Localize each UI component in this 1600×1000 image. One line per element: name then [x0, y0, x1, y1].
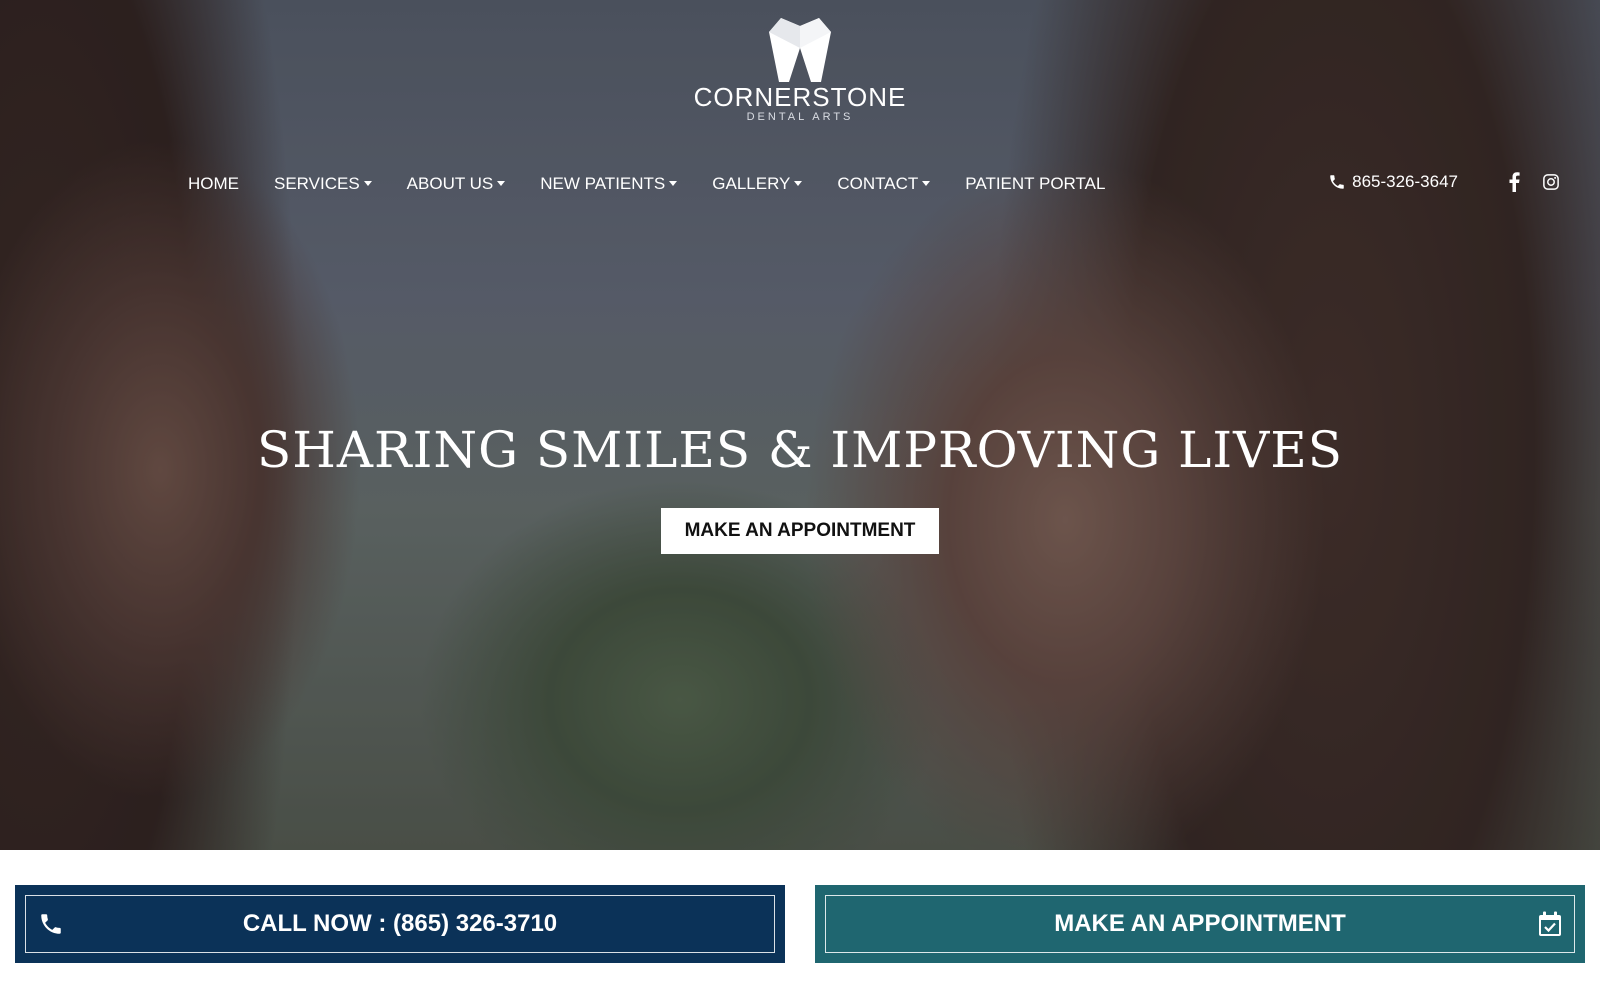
caret-down-icon	[794, 180, 803, 186]
header-phone-number: 865-326-3647	[1352, 172, 1458, 191]
header-phone-link[interactable]: 865-326-3647	[1328, 172, 1458, 192]
nav-item-services[interactable]: SERVICES	[274, 174, 372, 194]
nav-item-label: HOME	[188, 174, 239, 193]
header-contact: 865-326-3647	[1328, 172, 1560, 192]
nav-item-home[interactable]: HOME	[188, 174, 239, 194]
make-appointment-inner: MAKE AN APPOINTMENT	[825, 895, 1575, 953]
nav-item-label: SERVICES	[274, 174, 360, 193]
nav-item-new-patients[interactable]: NEW PATIENTS	[540, 174, 678, 194]
nav-item-label: GALLERY	[712, 174, 791, 193]
caret-down-icon	[669, 180, 678, 186]
nav-item-gallery[interactable]: GALLERY	[712, 174, 803, 194]
nav-item-label: ABOUT US	[406, 174, 494, 193]
caret-down-icon	[922, 180, 931, 186]
nav-item-label: PATIENT PORTAL	[965, 174, 1106, 193]
call-now-button[interactable]: CALL NOW : (865) 326-3710	[15, 885, 785, 963]
site-logo[interactable]: CORNERSTONE DENTAL ARTS	[690, 18, 910, 124]
phone-icon	[1330, 175, 1344, 189]
nav-item-contact[interactable]: CONTACT	[837, 174, 931, 194]
main-nav: HOME SERVICES ABOUT US NEW PATIENTS GALL…	[188, 174, 1140, 194]
phone-icon	[41, 914, 61, 934]
make-appointment-label: MAKE AN APPOINTMENT	[1054, 910, 1346, 937]
logo-name: CORNERSTONE	[693, 82, 907, 112]
facebook-link[interactable]	[1508, 172, 1520, 192]
instagram-link[interactable]	[1542, 173, 1560, 191]
calendar-check-icon	[1539, 911, 1561, 936]
nav-item-label: CONTACT	[837, 174, 919, 193]
make-appointment-button[interactable]: MAKE AN APPOINTMENT	[815, 885, 1585, 963]
instagram-icon	[1543, 174, 1559, 190]
tooth-logo-icon	[769, 18, 831, 82]
hero-appointment-button[interactable]: MAKE AN APPOINTMENT	[661, 508, 939, 554]
call-now-label: CALL NOW : (865) 326-3710	[242, 910, 558, 937]
facebook-icon	[1509, 172, 1520, 192]
nav-item-patient-portal[interactable]: PATIENT PORTAL	[965, 174, 1105, 194]
logo-tagline: DENTAL ARTS	[746, 111, 854, 123]
call-now-inner: CALL NOW : (865) 326-3710	[25, 895, 775, 953]
nav-item-about-us[interactable]: ABOUT US	[407, 174, 506, 194]
hero-section: CORNERSTONE DENTAL ARTS HOME SERVICES AB…	[0, 0, 1600, 850]
nav-item-label: NEW PATIENTS	[540, 174, 666, 193]
hero-headline: SHARING SMILES & IMPROVING LIVES	[256, 421, 1343, 479]
caret-down-icon	[497, 180, 506, 186]
caret-down-icon	[363, 180, 372, 186]
